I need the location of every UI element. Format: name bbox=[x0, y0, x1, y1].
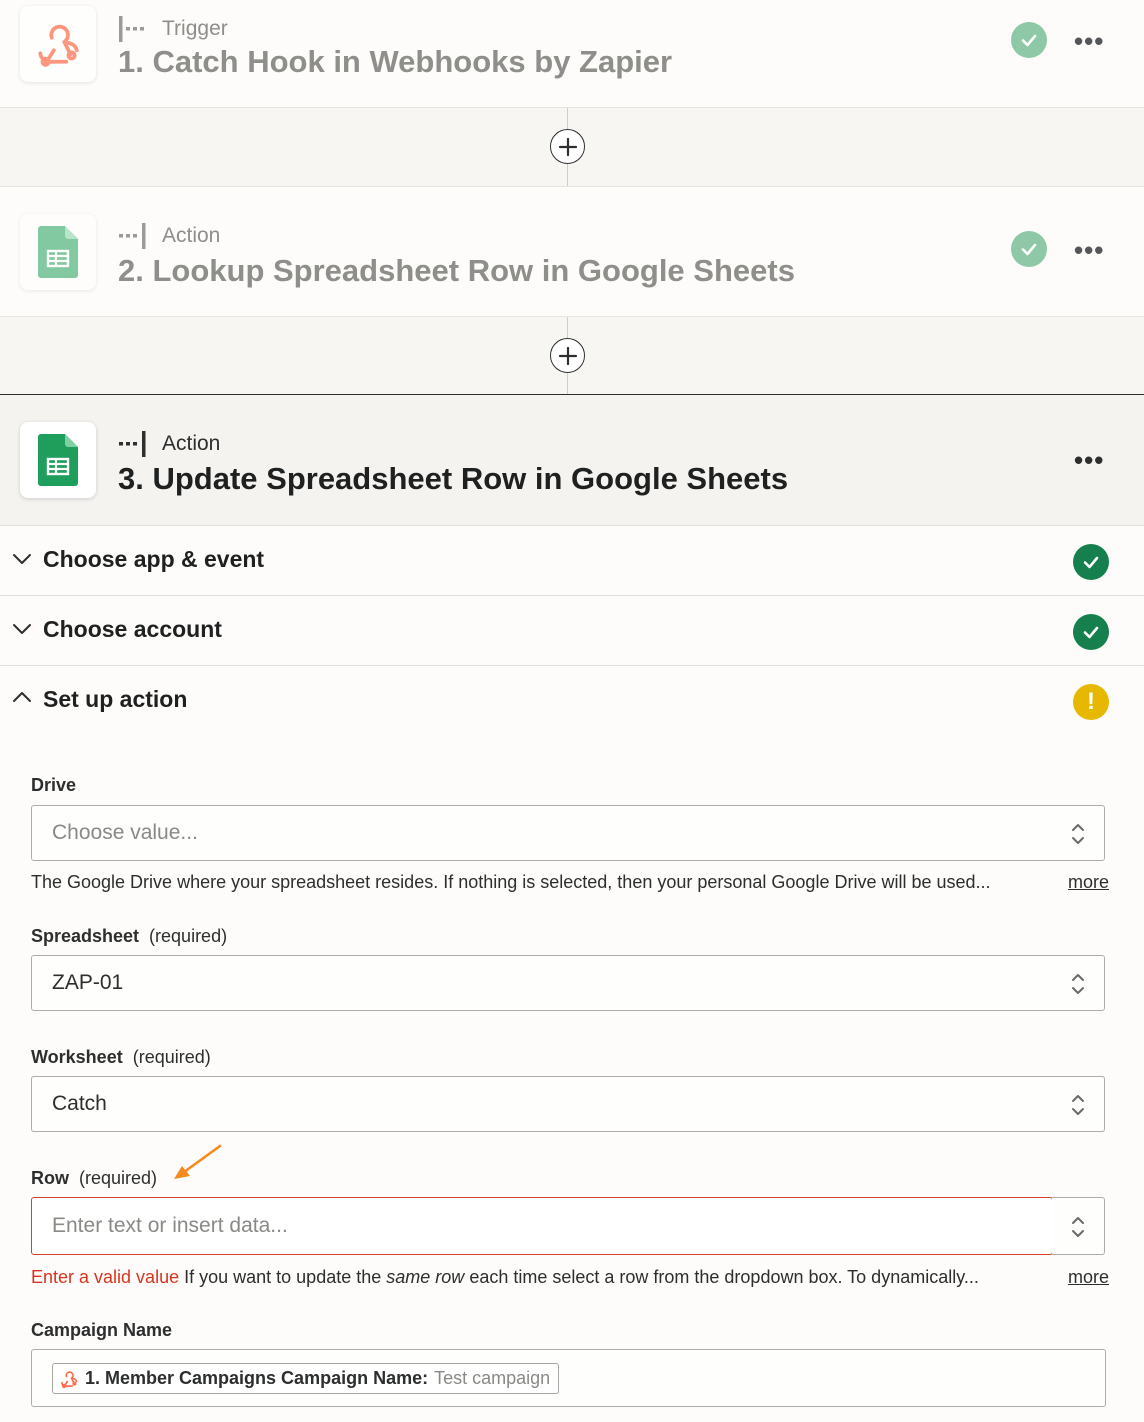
pill-value: Test campaign bbox=[434, 1368, 551, 1388]
step-title: 3. Update Spreadsheet Row in Google Shee… bbox=[118, 461, 789, 496]
row-error-text: Enter a valid value bbox=[31, 1267, 180, 1287]
campaign-name-label: Campaign Name bbox=[31, 1320, 172, 1341]
plus-icon bbox=[558, 346, 577, 365]
row-help-text: Enter a valid value If you want to updat… bbox=[31, 1267, 1109, 1288]
required-tag: (required) bbox=[79, 1168, 158, 1188]
row-placeholder: Enter text or insert data... bbox=[52, 1214, 288, 1237]
chevron-down-icon bbox=[13, 554, 31, 564]
step-kind: Action bbox=[118, 429, 220, 459]
row-help-pre: If you want to update the bbox=[184, 1267, 382, 1287]
row-dropdown-button[interactable] bbox=[1052, 1197, 1105, 1255]
section-choose-app-event[interactable]: Choose app & event bbox=[0, 526, 1144, 596]
drive-placeholder: Choose value... bbox=[52, 821, 198, 844]
webhook-icon bbox=[61, 1370, 78, 1388]
campaign-name-input[interactable]: 1. Member Campaigns Campaign Name: Test … bbox=[31, 1349, 1106, 1407]
chevron-down-icon bbox=[13, 624, 31, 634]
section-label: Set up action bbox=[43, 686, 188, 712]
drive-select[interactable]: Choose value... bbox=[31, 805, 1105, 861]
step-kind-label: Action bbox=[162, 224, 221, 247]
webhook-icon bbox=[20, 6, 96, 82]
check-circle-icon bbox=[1073, 614, 1109, 650]
worksheet-select[interactable]: Catch bbox=[31, 1076, 1105, 1132]
drive-label-text: Drive bbox=[31, 775, 77, 795]
drive-label: Drive bbox=[31, 775, 76, 796]
spreadsheet-label: Spreadsheet (required) bbox=[31, 926, 227, 947]
up-down-chevron-icon bbox=[1072, 824, 1084, 844]
action-flow-icon bbox=[119, 223, 146, 249]
row-more-link[interactable]: more bbox=[1068, 1267, 1109, 1288]
up-down-chevron-icon bbox=[1072, 1095, 1084, 1115]
section-set-up-action[interactable]: Set up action ! bbox=[0, 666, 1144, 736]
required-tag: (required) bbox=[149, 926, 228, 946]
google-sheets-icon bbox=[20, 422, 96, 498]
plus-icon bbox=[558, 137, 577, 156]
trigger-flow-icon bbox=[119, 16, 144, 42]
step-kind: Action bbox=[118, 221, 220, 251]
section-choose-account[interactable]: Choose account bbox=[0, 596, 1144, 666]
up-down-chevron-icon bbox=[1072, 1217, 1084, 1237]
row-help-emphasis: same row bbox=[386, 1267, 465, 1287]
step-kind-label: Trigger bbox=[162, 17, 228, 40]
drive-more-link[interactable]: more bbox=[1068, 872, 1109, 893]
row-help-post: each time select a row from the dropdown… bbox=[469, 1267, 979, 1287]
spreadsheet-label-text: Spreadsheet bbox=[31, 926, 140, 946]
spreadsheet-value: ZAP-01 bbox=[52, 971, 124, 994]
more-options-icon[interactable]: ••• bbox=[1074, 237, 1104, 263]
step-kind: Trigger bbox=[118, 14, 228, 44]
worksheet-value: Catch bbox=[52, 1092, 107, 1115]
section-label: Choose app & event bbox=[43, 546, 265, 572]
step-1-card[interactable]: Trigger 1. Catch Hook in Webhooks by Zap… bbox=[0, 0, 1144, 108]
add-step-button[interactable] bbox=[550, 338, 585, 373]
row-input[interactable]: Enter text or insert data... bbox=[31, 1197, 1053, 1255]
more-options-icon[interactable]: ••• bbox=[1074, 28, 1104, 54]
more-options-icon[interactable]: ••• bbox=[1074, 447, 1104, 473]
step-kind-label: Action bbox=[162, 432, 221, 455]
pill-key: 1. Member Campaigns Campaign Name: bbox=[85, 1368, 429, 1388]
check-circle-icon bbox=[1011, 231, 1047, 267]
spreadsheet-select[interactable]: ZAP-01 bbox=[31, 955, 1105, 1011]
check-circle-icon bbox=[1011, 22, 1047, 58]
step-3-header[interactable]: Action 3. Update Spreadsheet Row in Goog… bbox=[0, 394, 1144, 526]
required-tag: (required) bbox=[132, 1047, 211, 1067]
step-title: 1. Catch Hook in Webhooks by Zapier bbox=[118, 44, 673, 79]
google-sheets-icon bbox=[20, 214, 96, 290]
campaign-name-label-text: Campaign Name bbox=[31, 1320, 173, 1340]
step-2-card[interactable]: Action 2. Lookup Spreadsheet Row in Goog… bbox=[0, 186, 1144, 317]
chevron-up-icon bbox=[13, 692, 31, 702]
section-label: Choose account bbox=[43, 616, 222, 642]
step-connector bbox=[0, 317, 1144, 394]
step-title: 2. Lookup Spreadsheet Row in Google Shee… bbox=[118, 253, 795, 288]
up-down-chevron-icon bbox=[1072, 974, 1084, 994]
step-connector bbox=[0, 108, 1144, 186]
check-circle-icon bbox=[1073, 544, 1109, 580]
add-step-button[interactable] bbox=[550, 129, 585, 164]
row-label-text: Row bbox=[31, 1168, 69, 1188]
row-label: Row (required) bbox=[31, 1168, 157, 1189]
data-pill[interactable]: 1. Member Campaigns Campaign Name: Test … bbox=[52, 1363, 560, 1394]
annotation-arrow-icon bbox=[174, 1144, 222, 1179]
drive-help-text: The Google Drive where your spreadsheet … bbox=[31, 872, 1109, 893]
drive-help: The Google Drive where your spreadsheet … bbox=[31, 872, 991, 892]
action-flow-icon bbox=[119, 431, 146, 457]
worksheet-label-text: Worksheet bbox=[31, 1047, 123, 1067]
worksheet-label: Worksheet (required) bbox=[31, 1047, 211, 1068]
warning-icon: ! bbox=[1073, 684, 1109, 720]
